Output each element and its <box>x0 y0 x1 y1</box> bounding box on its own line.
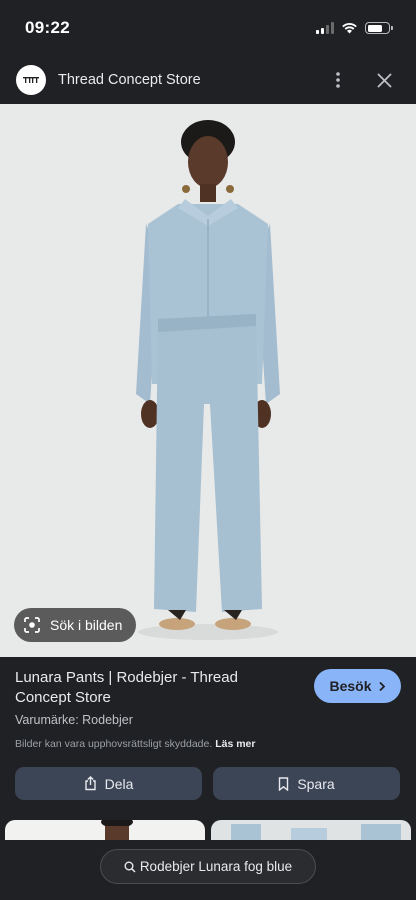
close-icon[interactable] <box>366 62 402 98</box>
share-icon <box>84 776 96 791</box>
lens-search-button[interactable]: Sök i bilden <box>14 608 137 642</box>
status-time: 09:22 <box>25 18 70 37</box>
save-button[interactable]: Spara <box>213 767 400 800</box>
search-query-pill[interactable]: Rodebjer Lunara fog blue <box>100 849 316 884</box>
battery-level <box>367 24 382 32</box>
read-more-link[interactable]: Läs mer <box>215 738 255 750</box>
model-photo <box>0 104 416 657</box>
copyright-notice: Bilder kan vara upphovsrättsligt skyddad… <box>15 738 255 750</box>
thread-logo-icon[interactable] <box>16 65 46 95</box>
status-bar: 09:22 <box>0 0 416 56</box>
search-icon <box>124 861 136 873</box>
related-image-thumbnail[interactable] <box>5 820 205 840</box>
cellular-signal-icon <box>316 22 334 34</box>
lens-icon <box>24 617 40 633</box>
brand-value: Rodebjer <box>82 713 133 727</box>
share-button[interactable]: Dela <box>15 767 202 800</box>
related-image-thumbnail[interactable] <box>211 820 411 840</box>
visit-button[interactable]: Besök <box>314 669 401 703</box>
product-title[interactable]: Lunara Pants | Rodebjer - Thread Concept… <box>15 668 297 708</box>
chevron-right-icon <box>378 681 385 691</box>
more-vert-icon[interactable] <box>320 62 356 98</box>
wifi-icon <box>342 23 357 34</box>
brand-line: Varumärke: Rodebjer <box>15 713 133 727</box>
bookmark-icon <box>279 776 289 791</box>
lens-label: Sök i bilden <box>50 617 123 633</box>
save-label: Spara <box>297 775 335 792</box>
status-icons <box>316 22 393 34</box>
battery-icon <box>365 22 393 34</box>
visit-label: Besök <box>329 678 372 694</box>
source-header: Thread Concept Store <box>0 56 416 104</box>
share-label: Dela <box>104 775 134 792</box>
site-title[interactable]: Thread Concept Store <box>58 72 320 88</box>
product-image[interactable]: Sök i bilden <box>0 104 416 657</box>
search-query-text: Rodebjer Lunara fog blue <box>139 859 293 874</box>
copyright-text: Bilder kan vara upphovsrättsligt skyddad… <box>15 738 213 750</box>
brand-label: Varumärke: <box>15 713 83 727</box>
